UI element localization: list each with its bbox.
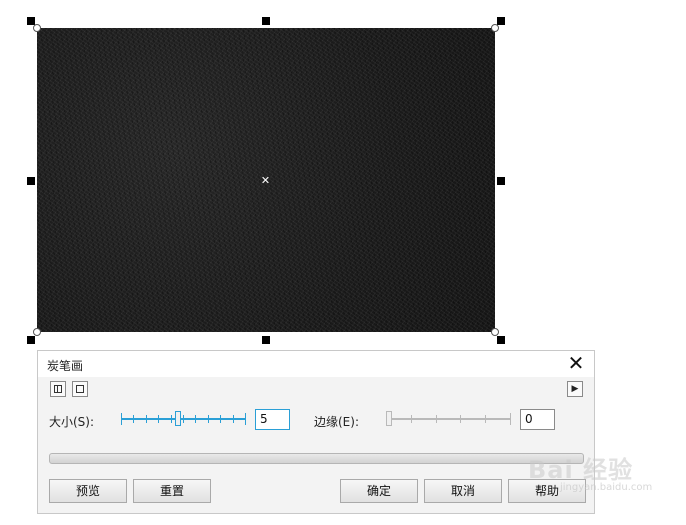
- slider-tick: [485, 415, 486, 423]
- dialog-title: 炭笔画: [47, 359, 84, 373]
- handle-top-right[interactable]: [497, 17, 505, 25]
- reset-button[interactable]: 重置: [133, 479, 211, 503]
- slider-tick: [195, 415, 196, 423]
- slider-tick: [208, 415, 209, 423]
- watermark-url: jingyan.baidu.com: [560, 482, 653, 493]
- slider-tick: [183, 415, 184, 423]
- node-bottom-right: [491, 328, 499, 336]
- slider-tick: [436, 415, 437, 423]
- size-label: 大小(S):: [49, 415, 95, 429]
- edge-input[interactable]: 0: [520, 409, 555, 430]
- slider-thumb[interactable]: [175, 411, 181, 426]
- slider-track: [386, 418, 511, 420]
- handle-middle-right[interactable]: [497, 177, 505, 185]
- charcoal-dialog: 炭笔画 ✕ ▶ 大小(S): 5 边缘(E): 0 预览 重置 确定 取消 帮助: [37, 350, 595, 514]
- slider-tick: [220, 415, 221, 423]
- slider-tick: [171, 415, 172, 423]
- watermark-logo: Bai 经验: [528, 456, 634, 484]
- size-input[interactable]: 5: [255, 409, 290, 430]
- handle-bottom-middle[interactable]: [262, 336, 270, 344]
- single-view-icon[interactable]: [72, 381, 88, 397]
- edge-slider[interactable]: [386, 411, 511, 427]
- slider-tick: [233, 415, 234, 423]
- center-cross-icon[interactable]: ✕: [260, 175, 271, 186]
- progress-bar: [49, 453, 584, 464]
- workspace: ✕ 炭笔画 ✕ ▶ 大小(S): 5 边缘(E): 0 预览 重置 确定 取消 …: [0, 0, 686, 525]
- close-icon[interactable]: ✕: [566, 353, 586, 373]
- slider-tick: [460, 415, 461, 423]
- size-slider[interactable]: [121, 411, 246, 427]
- handle-middle-left[interactable]: [27, 177, 35, 185]
- dialog-header: 炭笔画 ✕: [38, 351, 594, 377]
- slider-thumb[interactable]: [386, 411, 392, 426]
- ok-button[interactable]: 确定: [340, 479, 418, 503]
- handle-bottom-right[interactable]: [497, 336, 505, 344]
- slider-tick: [146, 415, 147, 423]
- triangle-right-icon[interactable]: ▶: [567, 381, 583, 397]
- handle-top-middle[interactable]: [262, 17, 270, 25]
- handle-bottom-left[interactable]: [27, 336, 35, 344]
- slider-tick: [245, 413, 246, 425]
- slider-tick: [158, 415, 159, 423]
- node-top-right: [491, 24, 499, 32]
- node-top-left: [33, 24, 41, 32]
- split-view-icon[interactable]: [50, 381, 66, 397]
- node-bottom-left: [33, 328, 41, 336]
- slider-tick: [510, 413, 511, 425]
- slider-tick: [411, 415, 412, 423]
- edge-label: 边缘(E):: [314, 415, 359, 429]
- cancel-button[interactable]: 取消: [424, 479, 502, 503]
- slider-tick: [121, 413, 122, 425]
- preview-button[interactable]: 预览: [49, 479, 127, 503]
- slider-tick: [133, 415, 134, 423]
